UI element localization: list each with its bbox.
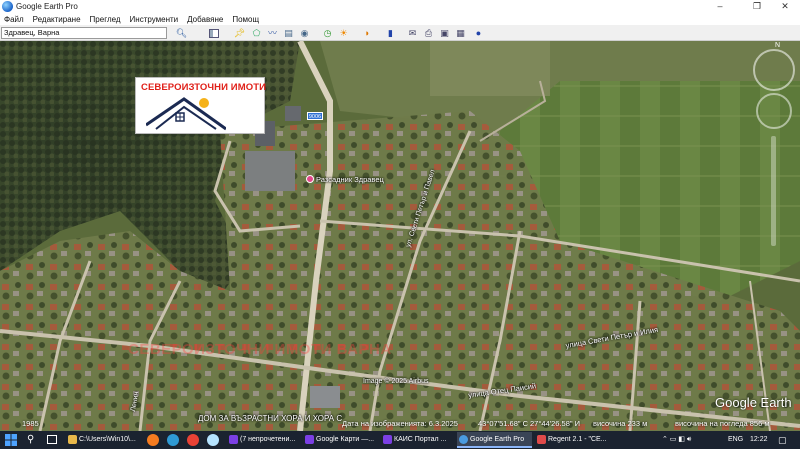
taskbar-item-regent[interactable]: Regent 2.1 - "CE... xyxy=(535,432,610,448)
clock[interactable]: 12:22 xyxy=(750,431,768,449)
tray-icons[interactable]: ⌃ ▭ ◧ 🔊︎ xyxy=(662,431,691,449)
ad-title: СЕВЕРОИЗТОЧНИ ИМОТИ xyxy=(141,82,267,93)
longitude: 27°44'26.58" И xyxy=(530,419,581,428)
toolbar: Здравец, Варна 🔍︎ 📌︎ ⬠ 〰 ▤ ◉ ◷ ☀ ◑ ▮ ✉ ⎙… xyxy=(0,25,800,41)
taskbar-item-label: (7 непрочетени... xyxy=(240,436,296,443)
save-image-icon[interactable]: ▣ xyxy=(437,26,452,40)
browser-icon xyxy=(383,435,392,444)
latitude: 43°07'51.68" С xyxy=(478,419,529,428)
status-bar: 1985 Дата на изображенията: 6.3.2025 43°… xyxy=(0,415,800,431)
path-icon[interactable]: 〰 xyxy=(265,26,280,40)
house-logo-icon xyxy=(146,97,226,131)
taskbar-item-label: КАИС Портал ... xyxy=(394,436,447,443)
eye-altitude: височина на погледа 856 м xyxy=(675,419,770,428)
pan-control[interactable] xyxy=(756,93,792,129)
search-icon[interactable]: 🔍︎ xyxy=(174,26,189,40)
windows-start-icon[interactable] xyxy=(5,434,17,446)
task-view-icon[interactable] xyxy=(47,435,57,444)
print-icon[interactable]: ⎙ xyxy=(421,26,436,40)
polygon-icon[interactable]: ⬠ xyxy=(249,26,264,40)
taskbar-item-label: Regent 2.1 - "CE... xyxy=(548,436,607,443)
place-pin-icon[interactable] xyxy=(306,175,314,183)
sidebar-toggle-icon[interactable] xyxy=(206,26,221,40)
google-earth-logo: Google Earth xyxy=(715,395,792,410)
email-icon[interactable]: ✉ xyxy=(405,26,420,40)
menu-help[interactable]: Помощ xyxy=(232,15,259,24)
earth-gallery-icon[interactable]: ● xyxy=(471,26,486,40)
language-indicator[interactable]: ENG xyxy=(728,431,743,449)
search-input[interactable]: Здравец, Варна xyxy=(1,27,167,39)
menu-add[interactable]: Добавяне xyxy=(187,15,223,24)
maximize-button[interactable]: ❐ xyxy=(742,0,772,13)
taskbar-item-maps[interactable]: Google Карти —... xyxy=(303,432,378,448)
north-indicator: N xyxy=(775,42,781,49)
place-label[interactable]: Разсадник Здравец xyxy=(316,175,384,184)
taskbar-item-kais[interactable]: КАИС Портал ... xyxy=(381,432,454,448)
firefox-icon[interactable] xyxy=(147,434,159,446)
advertisement-banner: СЕВЕРОИЗТОЧНИ ИМОТИ xyxy=(135,77,267,134)
search-icon[interactable]: ⚲ xyxy=(27,434,39,446)
overlay-icon[interactable]: ▤ xyxy=(281,26,296,40)
taskbar-item-google-earth[interactable]: Google Earth Pro xyxy=(457,432,532,448)
menu-edit[interactable]: Редактиране xyxy=(33,15,81,24)
map-view[interactable]: СЕВЕРОИЗТОЧНИ ИМОТИ 9006 Разсадник Здрав… xyxy=(0,41,800,431)
menu-view[interactable]: Преглед xyxy=(90,15,121,24)
taskbar-item-mail[interactable]: (7 непрочетени... xyxy=(227,432,300,448)
taskbar-item-explorer[interactable]: C:\Users\Win10\... xyxy=(66,432,138,448)
close-button[interactable]: ✕ xyxy=(770,0,800,13)
browser-icon xyxy=(305,435,314,444)
satellite-imagery xyxy=(0,41,800,431)
maps-icon[interactable]: ▦ xyxy=(453,26,468,40)
minimize-button[interactable]: – xyxy=(705,0,735,13)
chrome-icon[interactable] xyxy=(187,434,199,446)
imagery-date: Дата на изображенията: 6.3.2025 xyxy=(342,419,458,428)
google-earth-icon xyxy=(459,435,468,444)
taskbar-item-label: Google Карти —... xyxy=(316,436,375,443)
browser-icon xyxy=(229,435,238,444)
sunlight-icon[interactable]: ☀ xyxy=(336,26,351,40)
notifications-icon[interactable]: ▢ xyxy=(778,431,787,449)
compass-control[interactable] xyxy=(753,49,795,91)
ruler-icon[interactable]: ▮ xyxy=(383,26,398,40)
window-title: Google Earth Pro xyxy=(16,2,78,11)
google-earth-icon xyxy=(2,1,13,12)
title-bar: Google Earth Pro xyxy=(0,0,800,13)
taskbar-item-label: C:\Users\Win10\... xyxy=(79,436,136,443)
tour-icon[interactable]: ◉ xyxy=(297,26,312,40)
taskbar-item-label: Google Earth Pro xyxy=(470,436,525,443)
planets-icon[interactable]: ◑ xyxy=(359,26,374,40)
watermark-text: СЕВЕРОИЗТОЧНИ ИМОТИ ВАРНА xyxy=(128,341,392,358)
menu-file[interactable]: Файл xyxy=(4,15,24,24)
zoom-slider[interactable] xyxy=(771,136,776,246)
app-icon[interactable] xyxy=(207,434,219,446)
folder-icon xyxy=(68,435,77,444)
taskbar: ⚲ C:\Users\Win10\... (7 непрочетени... G… xyxy=(0,431,800,449)
image-credit: Image © 2025 Airbus xyxy=(363,378,429,385)
year-label: 1985 xyxy=(22,419,39,428)
elevation: височина 233 м xyxy=(593,419,648,428)
regent-icon xyxy=(537,435,546,444)
edge-icon[interactable] xyxy=(167,434,179,446)
placemark-icon[interactable]: 📌︎ xyxy=(232,26,247,40)
historical-imagery-icon[interactable]: ◷ xyxy=(320,26,335,40)
menu-bar: Файл Редактиране Преглед Инструменти Доб… xyxy=(0,13,800,25)
road-shield: 9006 xyxy=(307,112,323,120)
menu-tools[interactable]: Инструменти xyxy=(130,15,179,24)
